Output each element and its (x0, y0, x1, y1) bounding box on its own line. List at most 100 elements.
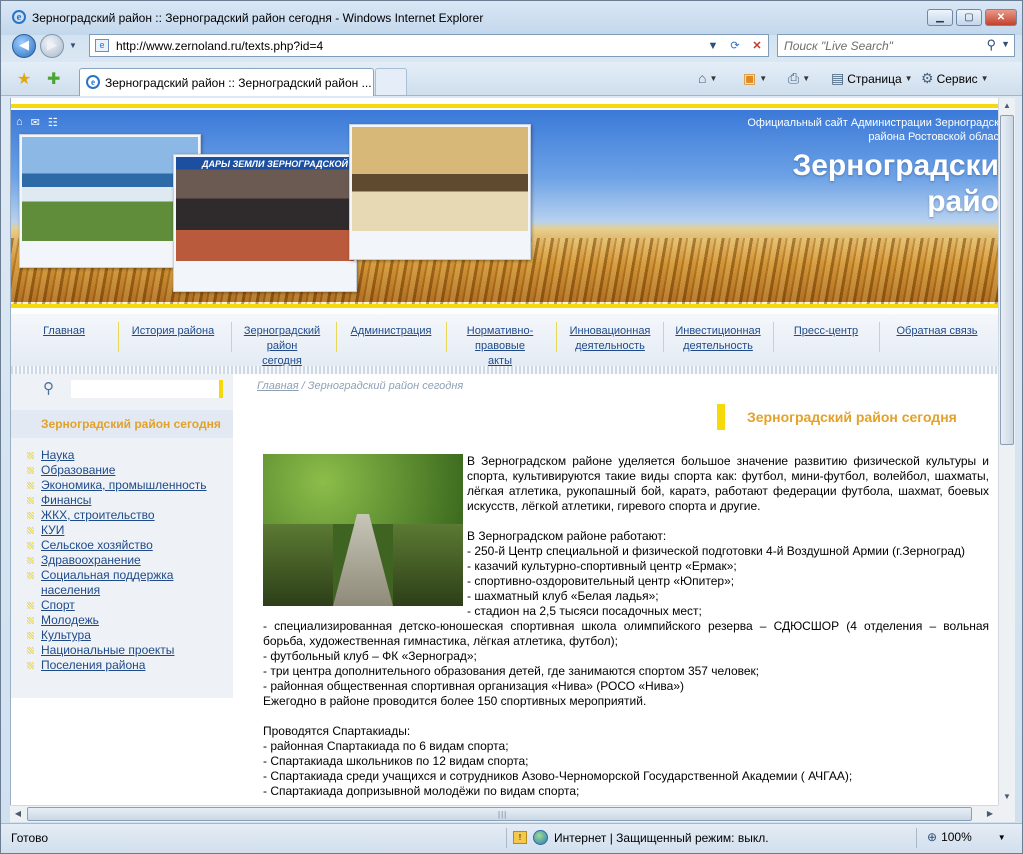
tab-active[interactable]: e Зерноградский район :: Зерноградский р… (79, 68, 374, 96)
sidebar-item-culture[interactable]: Культура (25, 628, 207, 643)
security-zone[interactable]: ! Интернет | Защищенный режим: выкл. (513, 830, 769, 845)
close-button[interactable]: ✕ (985, 9, 1017, 26)
tab-title[interactable]: Зерноградский район :: Зерноградский рай… (105, 76, 372, 90)
spartakiad-line-4: - Спартакиада допризывной молодёжи по ви… (263, 784, 580, 798)
minimize-button[interactable]: ▁ (927, 9, 953, 26)
printer-icon: ⎙ (788, 70, 800, 86)
breadcrumb-separator: / (298, 380, 308, 392)
tab-page-icon: e (86, 75, 100, 89)
site-header: ⌂ ✉ ☷ ДАРЫ ЗЕМЛИ ЗЕРНОГРАДСКОЙ Официальн… (11, 110, 998, 304)
sidebar-item-science[interactable]: Наука (25, 448, 207, 463)
site-title-line-2: райо (927, 185, 998, 218)
scroll-left-icon[interactable]: ◀ (10, 806, 26, 822)
menu-item-home[interactable]: Главная (31, 324, 97, 339)
horizontal-scroll-thumb[interactable]: ||| (27, 807, 972, 821)
spartakiad-line-1: - районная Спартакиада по 6 видам спорта… (263, 739, 509, 753)
page-menu-label: Страница (847, 71, 902, 86)
vertical-scrollbar[interactable]: ▲ ▼ (998, 98, 1015, 805)
page-menu[interactable]: ▤ Страница ▼ (831, 70, 913, 87)
forward-button[interactable]: ▶ (40, 34, 64, 58)
menu-item-press[interactable]: Пресс-центр (783, 324, 869, 339)
article-paragraph-3: Проводятся Спартакиады: (263, 724, 411, 738)
official-line-2: района Ростовской облас (868, 131, 998, 143)
tab-bar: ★ ✚ e Зерноградский район :: Зерноградск… (1, 62, 1022, 96)
print-button[interactable]: ⎙ ▼ (788, 70, 810, 87)
home-icon[interactable]: ⌂ (16, 116, 23, 129)
search-icon[interactable]: ⚲ (986, 37, 996, 53)
zone-text: Интернет | Защищенный режим: выкл. (554, 830, 769, 845)
status-bar: Готово ! Интернет | Защищенный режим: вы… (1, 823, 1022, 853)
navigation-bar: ◀ ▶ ▼ e http://www.zernoland.ru/texts.ph… (1, 31, 1022, 61)
sidebar-item-education[interactable]: Образование (25, 463, 207, 478)
main-menu: Главная История района Зерноградский райо… (11, 314, 998, 368)
refresh-icon[interactable]: ⟳ (724, 39, 746, 52)
breadcrumb-home[interactable]: Главная (257, 380, 299, 392)
favorites-star-icon[interactable]: ★ (17, 69, 31, 89)
header-yellow-line (11, 304, 998, 308)
vertical-scroll-thumb[interactable] (1000, 115, 1014, 445)
menu-item-innovation[interactable]: Инновационная деятельность (564, 324, 656, 354)
feeds-button[interactable]: ▣ ▼ (743, 70, 767, 87)
zoom-dropdown-icon[interactable]: ▼ (998, 833, 1006, 842)
site-title: Зерноградски райо (739, 148, 998, 220)
sidebar-item-finance[interactable]: Финансы (25, 493, 207, 508)
search-icon[interactable]: ⚲ (43, 379, 54, 397)
stop-icon[interactable]: ✕ (746, 39, 768, 52)
site-title-line-1: Зерноградски (792, 149, 998, 182)
site-search-input[interactable] (71, 380, 223, 398)
scroll-up-icon[interactable]: ▲ (999, 98, 1015, 114)
mail-icon[interactable]: ✉ (31, 116, 40, 129)
address-text[interactable]: http://www.zernoland.ru/texts.php?id=4 (116, 39, 323, 53)
article: В Зерноградском районе уделяется большое… (263, 454, 989, 799)
menu-item-feedback[interactable]: Обратная связь (887, 324, 987, 339)
article-line-9: - районная общественная спортивная орган… (263, 679, 685, 693)
menu-item-legal-acts[interactable]: Нормативно-правовые акты (455, 324, 545, 369)
sidebar-item-national-projects[interactable]: Национальные проекты (25, 643, 207, 658)
ie-logo-icon: e (12, 10, 26, 24)
sidebar-item-health[interactable]: Здравоохранение (25, 553, 207, 568)
sidebar-item-economy[interactable]: Экономика, промышленность (25, 478, 207, 493)
photo-banner-text: ДАРЫ ЗЕМЛИ ЗЕРНОГРАДСКОЙ (202, 159, 348, 169)
address-bar[interactable]: e http://www.zernoland.ru/texts.php?id=4… (89, 34, 769, 57)
search-dropdown-icon[interactable]: ▼ (1001, 39, 1010, 49)
sitemap-icon[interactable]: ☷ (48, 116, 58, 129)
sidebar-item-agriculture[interactable]: Сельское хозяйство (25, 538, 207, 553)
scroll-right-icon[interactable]: ▶ (982, 806, 998, 822)
search-box[interactable]: Поиск "Live Search" ⚲ ▼ (777, 34, 1015, 57)
home-icon: ⌂ (698, 70, 707, 86)
zoom-control[interactable]: ⊕ 100% ▼ (927, 830, 1006, 844)
sidebar-item-kui[interactable]: КУИ (25, 523, 207, 538)
photo-meeting (349, 124, 531, 260)
official-site-text: Официальный сайт Администрации Зерноград… (729, 116, 998, 144)
sidebar-item-sport[interactable]: Спорт (25, 598, 207, 613)
window-title: Зерноградский район :: Зерноградский рай… (32, 11, 484, 25)
history-dropdown-icon[interactable]: ▼ (69, 41, 77, 50)
page-title: Зерноградский район сегодня (717, 404, 987, 430)
menu-item-investment[interactable]: Инвестиционная деятельность (671, 324, 765, 354)
scroll-down-icon[interactable]: ▼ (999, 789, 1015, 805)
official-line-1: Официальный сайт Администрации Зерноград… (747, 117, 998, 129)
service-menu[interactable]: ⚙ Сервис ▼ (921, 70, 989, 87)
article-line-7: - футбольный клуб – ФК «Зерноград»; (263, 649, 477, 663)
spartakiad-line-3: - Спартакиада среди учащихся и сотрудник… (263, 769, 853, 783)
status-text: Готово (11, 831, 49, 845)
horizontal-scrollbar[interactable]: ◀ ||| ▶ (10, 805, 998, 822)
sidebar-item-settlements[interactable]: Поселения района (25, 658, 207, 673)
protected-mode-icon: ! (513, 831, 527, 844)
sidebar-item-youth[interactable]: Молодежь (25, 613, 207, 628)
menu-item-administration[interactable]: Администрация (344, 324, 438, 339)
photo-crowd: ДАРЫ ЗЕМЛИ ЗЕРНОГРАДСКОЙ (173, 154, 357, 292)
sidebar-item-social-support[interactable]: Социальная поддержка населения (25, 568, 207, 598)
search-input[interactable]: Поиск "Live Search" (784, 39, 893, 53)
maximize-button[interactable]: ▢ (956, 9, 982, 26)
home-button[interactable]: ⌂ ▼ (698, 70, 717, 86)
sidebar-item-housing[interactable]: ЖКХ, строительство (25, 508, 207, 523)
add-favorites-icon[interactable]: ✚ (47, 69, 60, 89)
sidebar: ⚲ Зерноградский район сегодня Наука Обра… (11, 374, 233, 698)
back-button[interactable]: ◀ (12, 34, 36, 58)
address-dropdown-icon[interactable]: ▼ (702, 40, 724, 52)
new-tab-button[interactable] (375, 68, 407, 95)
menu-item-today[interactable]: Зерноградский район сегодня (239, 324, 325, 369)
menu-divider (11, 366, 998, 374)
menu-item-history[interactable]: История района (127, 324, 219, 339)
